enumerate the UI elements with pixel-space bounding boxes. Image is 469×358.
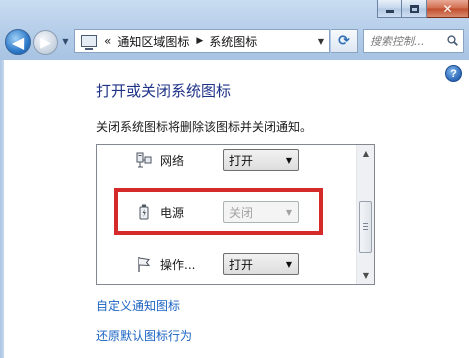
address-dropdown-icon[interactable]: ▼ (318, 37, 324, 46)
grip-line (363, 226, 368, 227)
forward-button[interactable]: ▶ (33, 30, 58, 55)
row-label: 操作... (160, 258, 196, 272)
content-area: ? 打开或关闭系统图标 关闭系统图标将删除该图标并关闭通知。 网络 打开 ▼ 电… (4, 60, 469, 358)
network-behavior-select[interactable]: 打开 ▼ (223, 149, 299, 171)
chevron-up-icon: ▲ (362, 149, 370, 158)
highlight-annotation (114, 188, 323, 235)
vertical-scrollbar[interactable]: ▲ ▼ (356, 145, 374, 284)
breadcrumb-arrow-icon[interactable]: ▶ (196, 36, 203, 46)
search-icon[interactable] (447, 35, 458, 46)
grip-line (363, 223, 368, 224)
list-item-network: 网络 打开 ▼ (97, 147, 357, 173)
maximize-button[interactable] (402, 0, 427, 18)
network-icon (136, 152, 152, 168)
help-icon[interactable]: ? (445, 65, 462, 82)
chevron-down-icon: ▼ (362, 271, 370, 280)
list-item-action-center: 操作... 打开 ▼ (97, 251, 357, 277)
close-button[interactable]: ✕ (427, 0, 469, 18)
minimize-icon (385, 10, 394, 13)
back-button[interactable]: ◀ (5, 29, 31, 55)
back-arrow-icon: ◀ (11, 32, 25, 52)
row-label: 网络 (160, 154, 185, 168)
caption-buttons: ✕ (377, 0, 469, 18)
minimize-button[interactable] (377, 0, 402, 18)
forward-arrow-icon: ▶ (40, 34, 51, 51)
customize-notification-icons-link[interactable]: 自定义通知图标 (96, 297, 180, 314)
chevron-down-icon: ▼ (285, 155, 292, 165)
chevron-down-icon: ▼ (62, 37, 69, 46)
breadcrumb-notification-icons[interactable]: 通知区域图标 (117, 33, 189, 50)
close-icon: ✕ (442, 1, 453, 16)
address-bar[interactable]: « 通知区域图标 ▶ 系统图标 ▼ (74, 29, 330, 53)
grip-line (363, 229, 368, 230)
system-icons-list: 网络 打开 ▼ 电源 关闭 ▼ 操作... 打开 ▼ ▲ ▼ (96, 144, 375, 285)
search-input[interactable] (370, 34, 446, 48)
page-description: 关闭系统图标将删除该图标并关闭通知。 (96, 120, 313, 134)
refresh-icon: ⟳ (338, 33, 350, 49)
scroll-up-button[interactable]: ▲ (357, 145, 374, 162)
recent-pages-button[interactable]: ▼ (61, 37, 70, 46)
maximize-icon (409, 4, 419, 13)
scroll-thumb[interactable] (359, 201, 372, 253)
select-value: 打开 (229, 257, 254, 272)
breadcrumb-overflow[interactable]: « (104, 34, 111, 48)
search-box[interactable] (363, 29, 464, 53)
refresh-button[interactable]: ⟳ (331, 29, 358, 53)
breadcrumb-system-icons[interactable]: 系统图标 (209, 33, 257, 50)
control-panel-icon (81, 35, 97, 50)
scroll-down-button[interactable]: ▼ (357, 267, 374, 284)
select-value: 打开 (229, 153, 254, 168)
action-center-behavior-select[interactable]: 打开 ▼ (223, 253, 299, 275)
restore-default-icon-behaviors-link[interactable]: 还原默认图标行为 (96, 327, 192, 344)
help-glyph: ? (450, 67, 457, 80)
page-title: 打开或关闭系统图标 (96, 82, 232, 100)
chevron-down-icon: ▼ (285, 259, 292, 269)
flag-icon (138, 257, 151, 272)
